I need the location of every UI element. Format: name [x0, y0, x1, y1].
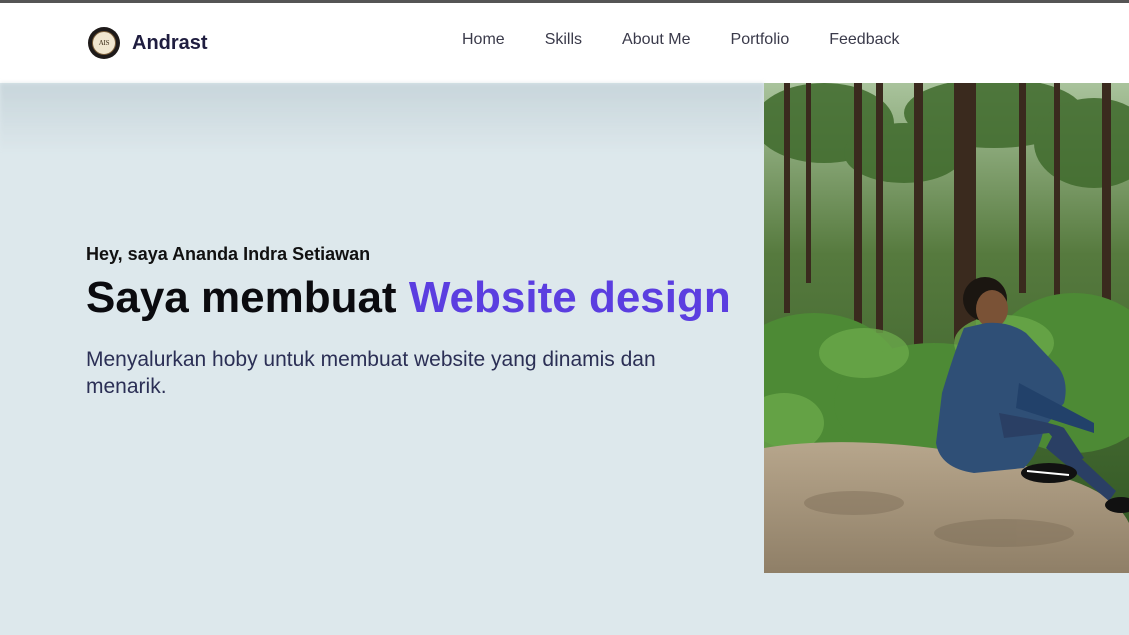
nav-item-about-me[interactable]: About Me: [622, 31, 690, 49]
brand-name: Andrast: [132, 31, 208, 54]
profile-photo: [764, 83, 1129, 573]
brand-logo-emblem: AIS: [92, 31, 116, 55]
hero-section: Hey, saya Ananda Indra Setiawan Saya mem…: [86, 244, 746, 400]
brand-link[interactable]: AIS Andrast: [88, 27, 208, 59]
hero-subtitle: Menyalurkan hoby untuk membuat website y…: [86, 347, 656, 398]
site-header: AIS Andrast Home Skills About Me Portfol…: [0, 3, 1129, 83]
nav-item-portfolio[interactable]: Portfolio: [731, 31, 790, 49]
brand-logo: AIS: [88, 27, 120, 59]
nav-item-feedback[interactable]: Feedback: [829, 31, 899, 49]
headline-accent: Website design: [408, 273, 731, 322]
hero-greeting: Hey, saya Ananda Indra Setiawan: [86, 244, 371, 264]
nav-item-skills[interactable]: Skills: [545, 31, 582, 49]
nav-item-home[interactable]: Home: [462, 31, 505, 49]
main-nav: Home Skills About Me Portfolio Feedback: [462, 31, 939, 49]
hero-headline: Saya membuat Website design: [86, 273, 746, 324]
headline-prefix: Saya membuat: [86, 273, 409, 322]
header-shadow: [0, 83, 764, 153]
